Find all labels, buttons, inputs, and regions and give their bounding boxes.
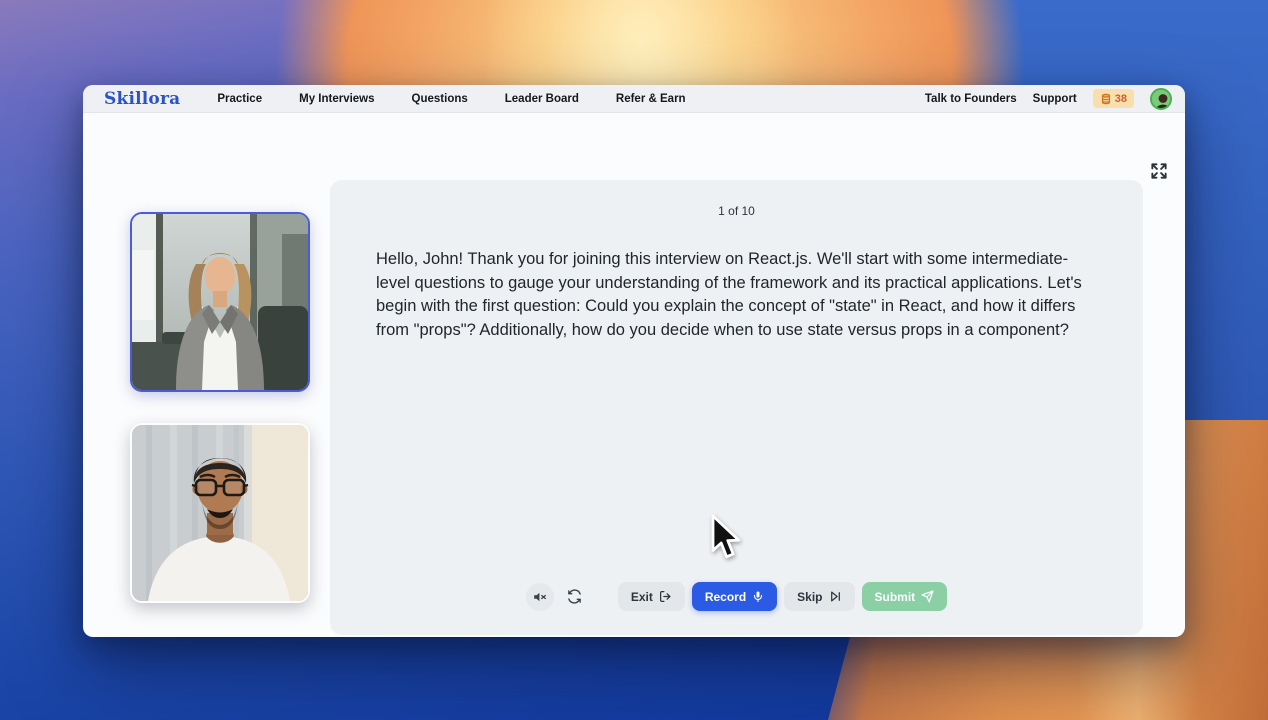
exit-button[interactable]: Exit (618, 582, 685, 611)
send-icon (921, 590, 934, 603)
microphone-icon (752, 590, 764, 603)
refresh-icon (567, 589, 582, 604)
record-label: Record (705, 590, 746, 604)
user-webcam-video (130, 423, 310, 603)
coins-icon (1100, 93, 1112, 105)
fullscreen-expand-button[interactable] (1148, 161, 1170, 183)
nav-item-refer-earn[interactable]: Refer & Earn (616, 93, 686, 105)
nav-item-leader-board[interactable]: Leader Board (505, 93, 579, 105)
app-header: Skillora Practice My Interviews Question… (83, 85, 1185, 113)
header-right-cluster: Talk to Founders Support 38 (925, 88, 1185, 110)
expand-icon (1149, 161, 1169, 181)
interviewer-video (130, 212, 310, 392)
coin-count: 38 (1115, 93, 1127, 105)
mute-button[interactable] (526, 583, 554, 611)
user-portrait (132, 425, 308, 601)
submit-label: Submit (875, 590, 916, 604)
skip-forward-icon (829, 590, 842, 603)
skip-button[interactable]: Skip (784, 582, 854, 611)
nav-item-my-interviews[interactable]: My Interviews (299, 93, 374, 105)
main-nav: Practice My Interviews Questions Leader … (217, 93, 685, 105)
app-window: Skillora Practice My Interviews Question… (83, 85, 1185, 637)
controls-bar: Exit Record Skip (330, 582, 1143, 611)
record-button[interactable]: Record (692, 582, 777, 611)
nav-item-practice[interactable]: Practice (217, 93, 262, 105)
volume-muted-icon (533, 590, 547, 604)
avatar-portrait (1152, 90, 1172, 110)
video-column (130, 212, 310, 603)
question-text: Hello, John! Thank you for joining this … (376, 248, 1095, 342)
submit-button[interactable]: Submit (862, 582, 948, 611)
app-main: 1 of 10 Hello, John! Thank you for joini… (83, 113, 1185, 637)
support-link[interactable]: Support (1033, 93, 1077, 105)
interviewer-portrait (132, 214, 308, 390)
question-panel: 1 of 10 Hello, John! Thank you for joini… (330, 180, 1143, 635)
skillora-logo[interactable]: Skillora (104, 89, 180, 109)
desktop-wallpaper: Skillora Practice My Interviews Question… (0, 0, 1268, 720)
talk-to-founders-link[interactable]: Talk to Founders (925, 93, 1017, 105)
user-avatar[interactable] (1150, 88, 1172, 110)
exit-label: Exit (631, 590, 653, 604)
refresh-button[interactable] (561, 583, 589, 611)
coin-balance-badge[interactable]: 38 (1093, 89, 1134, 108)
question-progress: 1 of 10 (330, 180, 1143, 218)
nav-item-questions[interactable]: Questions (412, 93, 468, 105)
logout-icon (659, 590, 672, 603)
skip-label: Skip (797, 590, 822, 604)
